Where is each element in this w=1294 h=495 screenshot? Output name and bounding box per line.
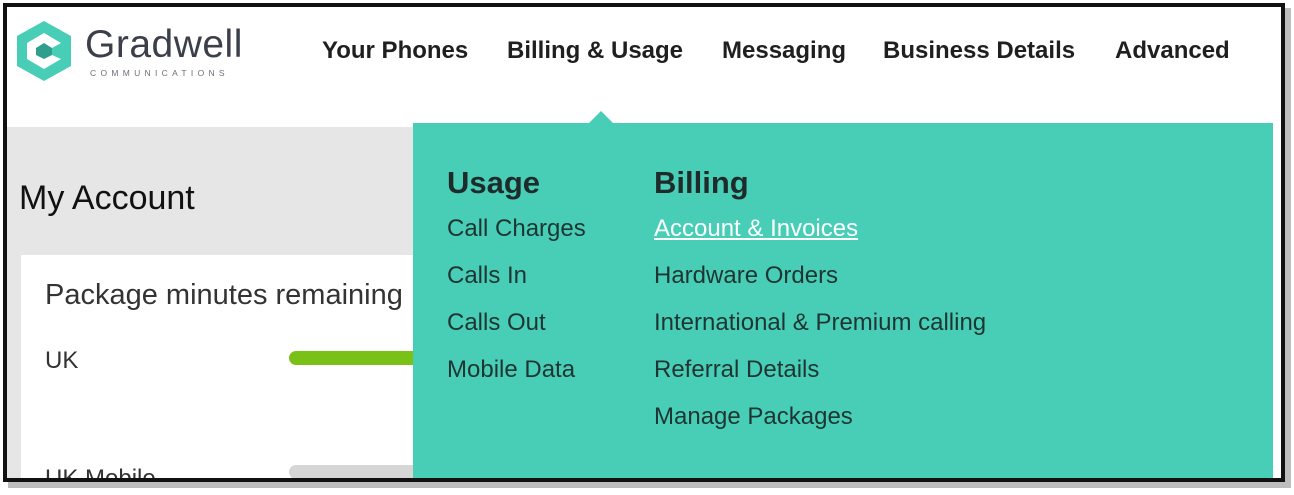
frame-shadow-bottom <box>8 482 1290 488</box>
site-header: Gradwell COMMUNICATIONS Your Phones Bill… <box>7 7 1281 127</box>
nav-billing-usage[interactable]: Billing & Usage <box>507 37 683 65</box>
frame-shadow-right <box>1285 8 1291 488</box>
brand-name: Gradwell <box>85 23 243 66</box>
nav-advanced[interactable]: Advanced <box>1115 37 1230 65</box>
nav-business-details[interactable]: Business Details <box>883 37 1075 65</box>
menu-link-calls-in[interactable]: Calls In <box>447 262 527 290</box>
gradwell-logo[interactable]: Gradwell COMMUNICATIONS <box>17 21 247 83</box>
brand-tagline: COMMUNICATIONS <box>90 68 229 78</box>
menu-link-referral-details[interactable]: Referral Details <box>654 356 819 384</box>
nav-your-phones[interactable]: Your Phones <box>322 37 468 65</box>
usage-row-label-uk: UK <box>45 347 79 374</box>
menu-link-hardware-orders[interactable]: Hardware Orders <box>654 262 838 290</box>
menu-link-account-invoices[interactable]: Account & Invoices <box>654 215 858 243</box>
menu-link-calls-out[interactable]: Calls Out <box>447 309 546 337</box>
page-title: My Account <box>19 179 195 217</box>
gradwell-logo-mark-icon <box>17 21 71 81</box>
dropdown-heading-usage: Usage <box>447 165 541 200</box>
right-edge-strip <box>1273 127 1281 478</box>
usage-bar-fill-uk <box>289 351 433 365</box>
menu-link-call-charges[interactable]: Call Charges <box>447 215 586 243</box>
card-title: Package minutes remaining <box>45 279 403 311</box>
usage-row-label-uk-mobile: UK Mobile <box>45 465 156 482</box>
billing-usage-dropdown: Usage Call Charges Calls In Calls Out Mo… <box>413 123 1273 478</box>
package-minutes-card: Package minutes remaining UK UK Mobile <box>21 255 449 482</box>
menu-link-mobile-data[interactable]: Mobile Data <box>447 356 575 384</box>
menu-link-international-premium-calling[interactable]: International & Premium calling <box>654 309 986 337</box>
screenshot-frame: Gradwell COMMUNICATIONS Your Phones Bill… <box>3 3 1285 482</box>
dropdown-heading-billing: Billing <box>654 165 749 200</box>
menu-link-manage-packages[interactable]: Manage Packages <box>654 403 853 431</box>
nav-messaging[interactable]: Messaging <box>722 37 846 65</box>
